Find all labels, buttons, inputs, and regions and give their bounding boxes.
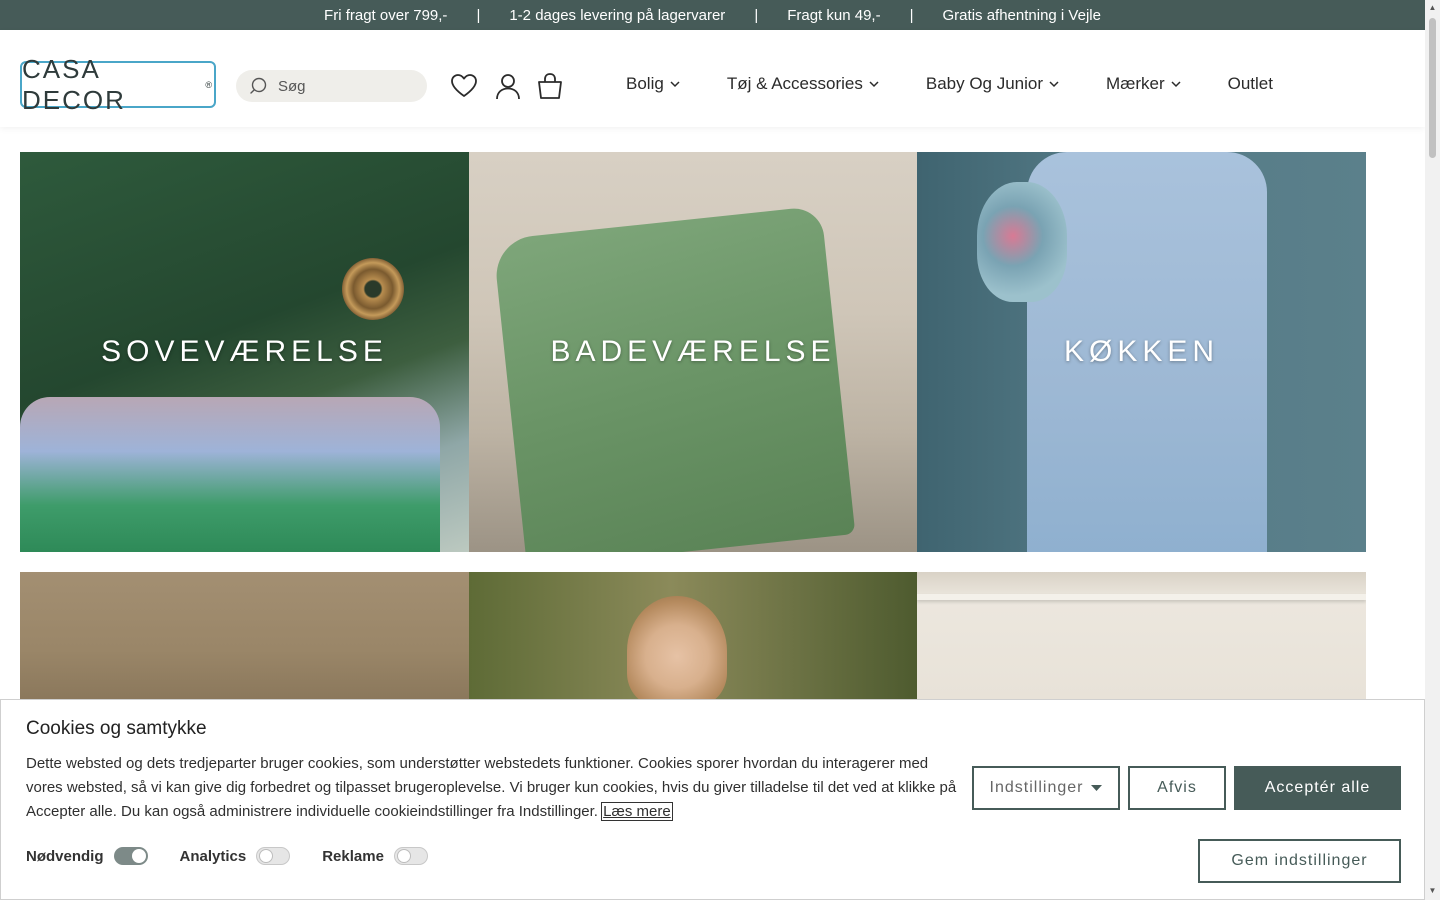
switch-knob: [259, 849, 274, 863]
toggle-label: Nødvendig: [26, 847, 104, 865]
main-navigation: Bolig Tøj & Accessories Baby Og Junior M…: [626, 74, 1273, 94]
marketing-switch[interactable]: [393, 847, 428, 865]
settings-label: Indstillinger: [989, 779, 1084, 796]
toggle-necessary: Nødvendig: [26, 847, 148, 865]
nav-item-label: Baby Og Junior: [925, 74, 1044, 93]
category-tile-5[interactable]: [469, 572, 917, 702]
save-label: Gem indstillinger: [1231, 852, 1368, 869]
analytics-switch[interactable]: [256, 847, 291, 865]
category-tile-6[interactable]: [917, 572, 1366, 702]
cookie-body-text: Dette websted og dets tredjeparter bruge…: [26, 755, 957, 820]
chevron-down-icon: [1171, 80, 1181, 87]
reject-button[interactable]: Afvis: [1128, 766, 1226, 810]
nav-item-label: Outlet: [1227, 74, 1273, 93]
tile-label: SOVEVÆRELSE: [101, 335, 388, 368]
scroll-down-arrow[interactable]: ▼: [1428, 886, 1437, 895]
search-icon: [250, 77, 267, 94]
nav-item-outlet[interactable]: Outlet: [1228, 74, 1273, 94]
accept-all-button[interactable]: Acceptér alle: [1234, 766, 1401, 810]
read-more-link[interactable]: Læs mere: [601, 802, 673, 821]
nav-item-bolig[interactable]: Bolig: [626, 74, 680, 94]
category-tile-badevaerelse[interactable]: BADEVÆRELSE: [469, 152, 917, 552]
toggle-label: Reklame: [322, 847, 384, 865]
category-tile-sovevaerelse[interactable]: SOVEVÆRELSE: [20, 152, 469, 552]
site-logo[interactable]: CASA DECOR ®: [20, 54, 216, 115]
scrollbar-thumb[interactable]: [1429, 18, 1436, 158]
logo-text: CASA DECOR: [22, 53, 126, 115]
caret-down-icon: [1091, 785, 1103, 791]
teapot-illustration: [977, 182, 1067, 302]
site-header: CASA DECOR ® Bolig Tøj & Accessories Baby…: [0, 30, 1425, 127]
chevron-down-icon: [869, 80, 879, 87]
switch-knob: [396, 849, 411, 863]
cookie-settings-dropdown[interactable]: Indstillinger: [972, 766, 1120, 810]
heart-icon[interactable]: [450, 72, 478, 100]
decorative-wall-plate: [342, 258, 404, 320]
tile-label: BADEVÆRELSE: [550, 335, 836, 368]
nav-item-label: Mærker: [1106, 74, 1165, 93]
category-tile-4[interactable]: [20, 572, 469, 702]
nav-item-maerker[interactable]: Mærker: [1106, 74, 1181, 94]
model-portrait: [627, 596, 727, 702]
cookie-description: Dette websted og dets tredjeparter bruge…: [26, 752, 961, 824]
nav-item-label: Bolig: [626, 74, 664, 93]
cookie-consent-banner: Cookies og samtykke Dette websted og det…: [0, 699, 1425, 900]
towel-illustration: [492, 205, 856, 552]
reject-label: Afvis: [1157, 779, 1197, 796]
switch-knob: [131, 849, 146, 863]
cookie-title: Cookies og samtykke: [26, 718, 207, 739]
search-input[interactable]: [276, 76, 420, 96]
toggle-marketing: Reklame: [322, 847, 428, 865]
shelf-illustration: [917, 594, 1366, 600]
scroll-up-arrow[interactable]: ▲: [1428, 3, 1437, 12]
chevron-down-icon: [1049, 80, 1059, 87]
nav-item-baby-og-junior[interactable]: Baby Og Junior: [926, 74, 1059, 94]
announcement-separator: |: [754, 6, 759, 24]
announcement-pickup: Gratis afhentning i Vejle: [942, 6, 1101, 24]
bag-icon[interactable]: [536, 72, 564, 100]
announcement-free-shipping: Fri fragt over 799,-: [324, 6, 448, 24]
search-box[interactable]: [236, 70, 427, 102]
announcement-bar: Fri fragt over 799,- | 1-2 dages leverin…: [0, 0, 1425, 30]
toggle-label: Analytics: [179, 847, 247, 865]
category-tile-koekken[interactable]: KØKKEN: [917, 152, 1366, 552]
tile-label: KØKKEN: [1063, 335, 1220, 368]
necessary-switch[interactable]: [113, 847, 148, 865]
nav-item-toej-accessories[interactable]: Tøj & Accessories: [727, 74, 879, 94]
announcement-shipping-price: Fragt kun 49,-: [787, 6, 881, 24]
toggle-analytics: Analytics: [180, 847, 291, 865]
bed-illustration: [20, 397, 440, 552]
logo-registered-mark: ®: [205, 79, 214, 90]
nav-item-label: Tøj & Accessories: [726, 74, 863, 93]
announcement-separator: |: [476, 6, 481, 24]
chevron-down-icon: [670, 80, 680, 87]
save-settings-button[interactable]: Gem indstillinger: [1198, 839, 1401, 883]
accept-label: Acceptér alle: [1264, 779, 1371, 796]
cookie-toggles: Nødvendig Analytics Reklame: [26, 847, 460, 865]
announcement-separator: |: [909, 6, 914, 24]
user-icon[interactable]: [494, 72, 522, 100]
announcement-delivery: 1-2 dages levering på lagervarer: [509, 6, 726, 24]
